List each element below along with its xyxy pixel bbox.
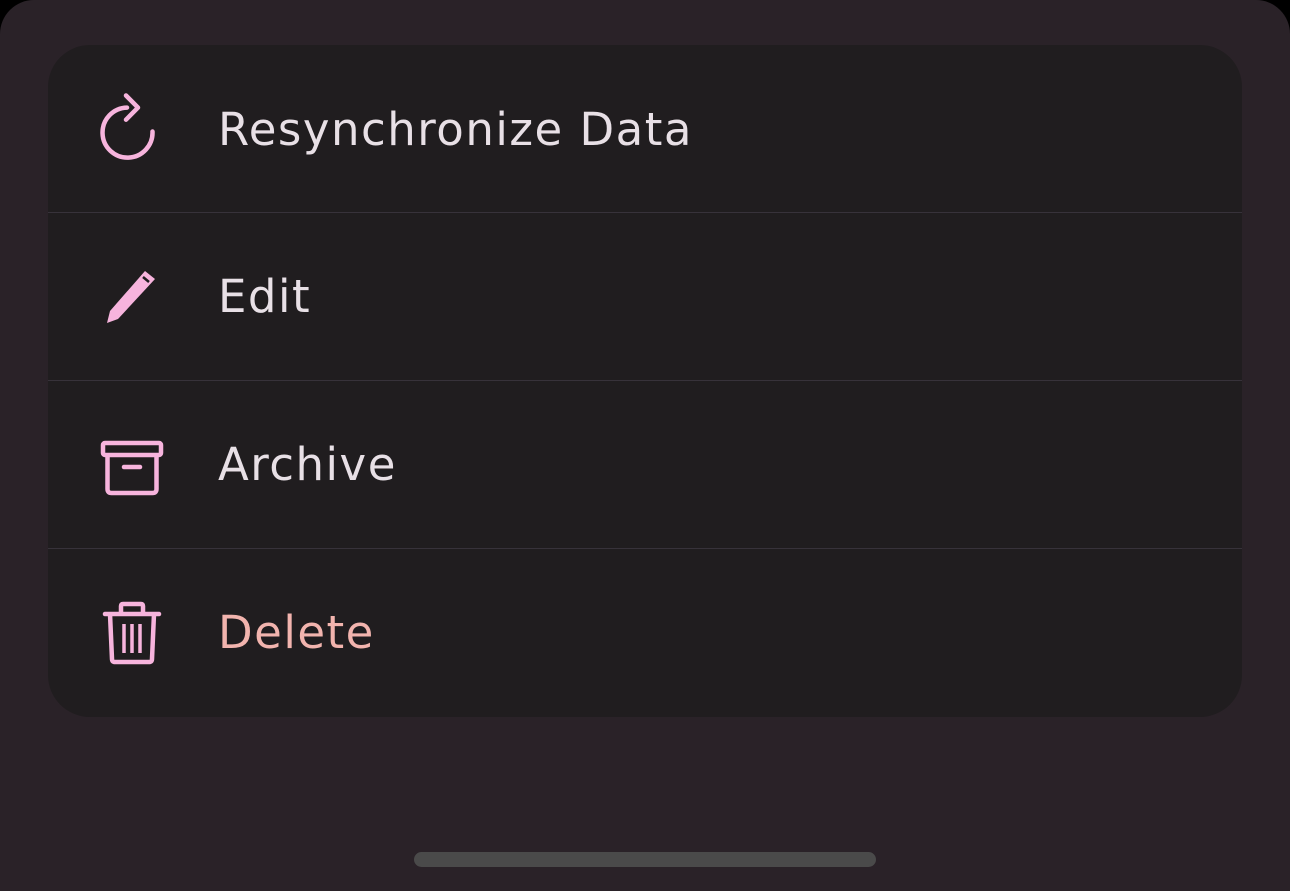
archive-box-icon <box>100 429 164 501</box>
bottom-sheet: Resynchronize Data Edit Archive Delete <box>0 0 1290 891</box>
pencil-icon <box>100 261 164 333</box>
home-indicator[interactable] <box>414 852 876 867</box>
menu-item-resynchronize-data[interactable]: Resynchronize Data <box>48 45 1242 213</box>
menu-item-label: Edit <box>218 270 312 323</box>
refresh-icon <box>100 93 164 165</box>
menu-item-archive[interactable]: Archive <box>48 380 1242 548</box>
action-menu: Resynchronize Data Edit Archive Delete <box>48 45 1242 717</box>
trash-icon <box>100 597 164 669</box>
menu-item-edit[interactable]: Edit <box>48 212 1242 380</box>
menu-item-label: Archive <box>218 438 397 491</box>
menu-item-label: Delete <box>218 606 375 659</box>
menu-item-delete[interactable]: Delete <box>48 548 1242 716</box>
menu-item-label: Resynchronize Data <box>218 102 693 156</box>
